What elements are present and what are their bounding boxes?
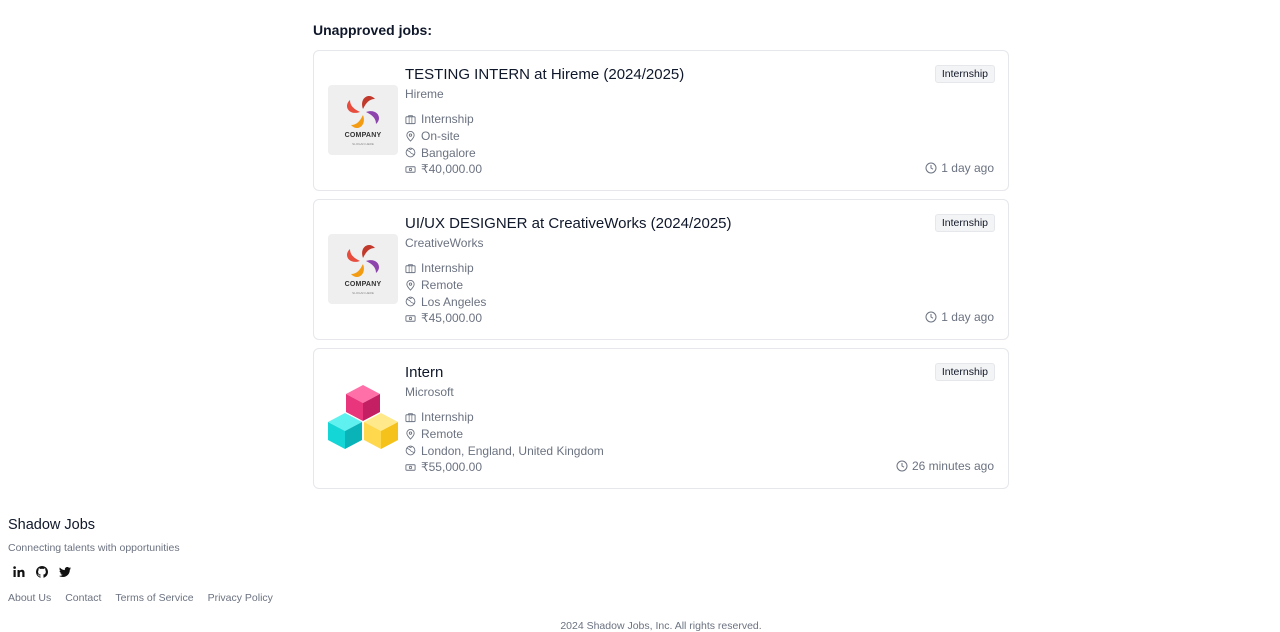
banknote-icon xyxy=(405,166,416,173)
company-logo: COMPANY SLOGAN HERE xyxy=(328,85,398,155)
job-title[interactable]: UI/UX DESIGNER at CreativeWorks (2024/20… xyxy=(405,215,732,232)
linkedin-icon[interactable] xyxy=(12,565,26,579)
briefcase-icon xyxy=(405,264,416,273)
map-pin-icon xyxy=(406,279,415,291)
map-pin-icon xyxy=(406,428,415,440)
footer-link-about[interactable]: About Us xyxy=(8,592,51,604)
job-posted: 1 day ago xyxy=(925,161,994,175)
logo-text: COMPANY xyxy=(344,132,382,139)
job-company: Microsoft xyxy=(405,385,454,399)
job-location-type: On-site xyxy=(405,128,482,145)
job-location-type: Remote xyxy=(405,426,604,443)
social-links xyxy=(12,565,72,579)
job-badge: Internship xyxy=(934,214,995,232)
clock-icon xyxy=(925,311,937,323)
briefcase-icon xyxy=(405,115,416,124)
job-salary: ₹45,000.00 xyxy=(405,310,486,327)
job-title[interactable]: Intern xyxy=(405,364,443,381)
banknote-icon xyxy=(405,315,416,322)
globe-icon xyxy=(405,147,416,158)
job-company: CreativeWorks xyxy=(405,236,484,250)
job-badge: Internship xyxy=(934,363,995,381)
job-card[interactable]: COMPANY SLOGAN HERE UI/UX DESIGNER at Cr… xyxy=(313,199,1009,340)
job-location-type: Remote xyxy=(405,277,486,294)
logo-subtext: SLOGAN HERE xyxy=(352,291,374,295)
job-posted: 26 minutes ago xyxy=(896,459,994,473)
job-meta: Internship Remote Los Angeles ₹45,000.00 xyxy=(405,260,486,327)
section-title: Unapproved jobs: xyxy=(313,22,433,38)
footer-brand: Shadow Jobs xyxy=(8,517,96,533)
company-logo: COMPANY SLOGAN HERE xyxy=(328,234,398,304)
job-card[interactable]: Intern Microsoft Internship Remote Londo… xyxy=(313,348,1009,489)
footer-link-terms[interactable]: Terms of Service xyxy=(115,592,193,604)
job-meta: Internship On-site Bangalore ₹40,000.00 xyxy=(405,111,482,178)
job-card[interactable]: COMPANY SLOGAN HERE TESTING INTERN at Hi… xyxy=(313,50,1009,191)
footer-copyright: 2024 Shadow Jobs, Inc. All rights reserv… xyxy=(560,620,762,632)
job-type: Internship xyxy=(405,111,482,128)
footer-links: About Us Contact Terms of Service Privac… xyxy=(8,592,273,604)
company-logo xyxy=(328,383,398,453)
clock-icon xyxy=(896,460,908,472)
globe-icon xyxy=(405,445,416,456)
job-posted: 1 day ago xyxy=(925,310,994,324)
logo-subtext: SLOGAN HERE xyxy=(352,142,374,146)
footer-tagline: Connecting talents with opportunities xyxy=(8,542,180,554)
banknote-icon xyxy=(405,464,416,471)
job-badge: Internship xyxy=(934,65,995,83)
job-salary: ₹55,000.00 xyxy=(405,459,604,476)
footer-link-privacy[interactable]: Privacy Policy xyxy=(208,592,273,604)
footer-link-contact[interactable]: Contact xyxy=(65,592,101,604)
job-type: Internship xyxy=(405,260,486,277)
logo-text: COMPANY xyxy=(344,281,382,288)
github-icon[interactable] xyxy=(35,565,49,579)
clock-icon xyxy=(925,162,937,174)
job-type: Internship xyxy=(405,409,604,426)
job-location: London, England, United Kingdom xyxy=(405,442,604,459)
job-list: COMPANY SLOGAN HERE TESTING INTERN at Hi… xyxy=(313,50,1009,497)
job-location: Los Angeles xyxy=(405,293,486,310)
twitter-icon[interactable] xyxy=(58,565,72,579)
map-pin-icon xyxy=(406,130,415,142)
job-company: Hireme xyxy=(405,87,444,101)
job-salary: ₹40,000.00 xyxy=(405,161,482,178)
briefcase-icon xyxy=(405,413,416,422)
job-meta: Internship Remote London, England, Unite… xyxy=(405,409,604,476)
job-location: Bangalore xyxy=(405,144,482,161)
globe-icon xyxy=(405,296,416,307)
job-title[interactable]: TESTING INTERN at Hireme (2024/2025) xyxy=(405,66,684,83)
